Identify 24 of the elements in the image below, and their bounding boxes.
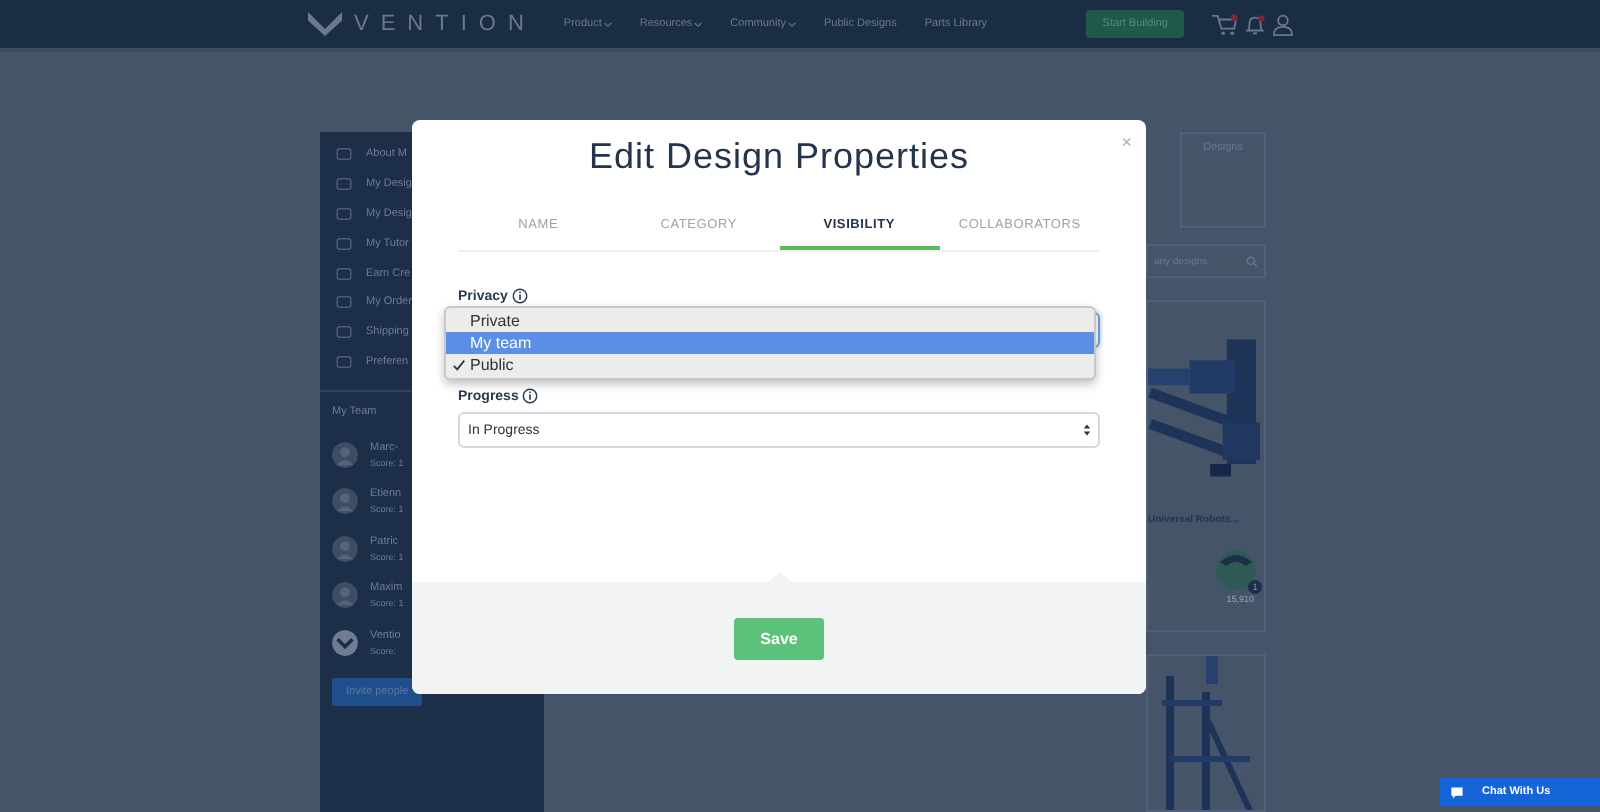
avatar — [332, 488, 358, 515]
avatar — [332, 441, 358, 468]
dropdown-option[interactable]: Private — [446, 310, 1094, 332]
avatar — [1216, 549, 1256, 590]
cart-icon[interactable] — [1212, 13, 1238, 35]
menu-item-icon — [336, 237, 352, 250]
dialog-title: Edit Design Properties — [588, 136, 970, 176]
dropdown-option[interactable]: Public — [446, 354, 1094, 376]
logo-text[interactable]: VENTION — [354, 12, 536, 36]
chat-bubble-icon — [1450, 785, 1464, 799]
avatar — [332, 535, 358, 562]
bell-icon[interactable] — [1244, 13, 1266, 35]
dropdown-option[interactable]: My team — [446, 332, 1094, 354]
avatar — [332, 582, 358, 609]
save-button[interactable]: Save — [734, 617, 824, 659]
info-icon[interactable] — [522, 388, 539, 404]
menu-item-icon — [336, 148, 352, 161]
search-icon[interactable] — [1246, 255, 1258, 268]
close-button[interactable]: × — [1121, 134, 1132, 152]
select-arrows-icon — [1082, 422, 1092, 438]
info-icon[interactable] — [511, 288, 528, 304]
logo-icon[interactable] — [308, 12, 342, 36]
chevron-avatar-icon — [332, 629, 358, 656]
user-icon[interactable] — [1272, 13, 1294, 35]
